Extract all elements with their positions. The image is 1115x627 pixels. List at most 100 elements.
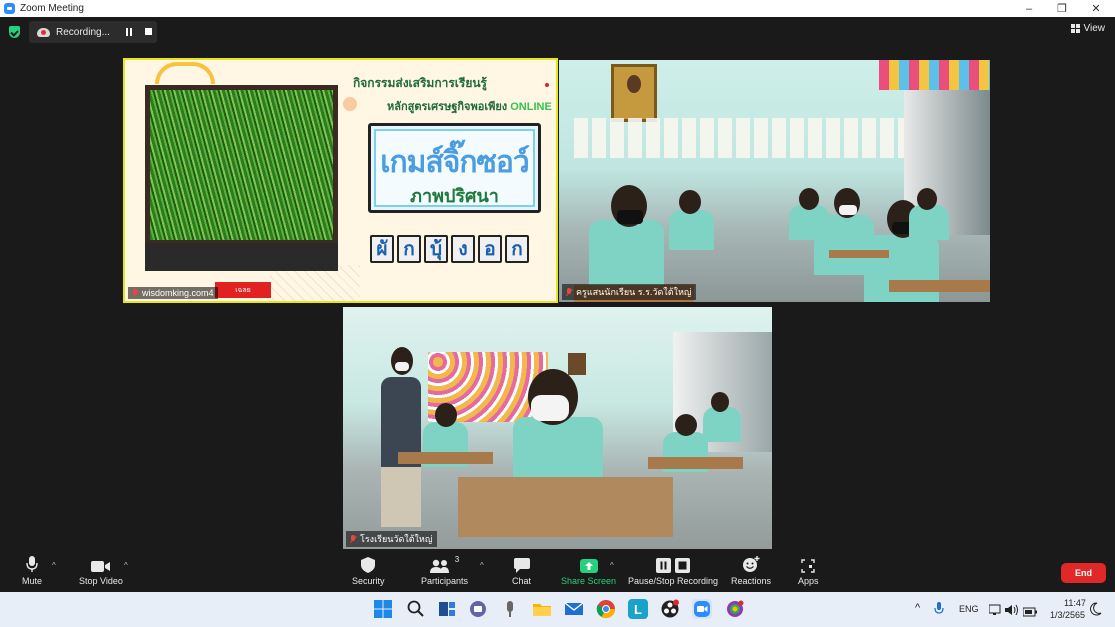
share-screen-button[interactable]: Share Screen <box>561 555 616 586</box>
pause-stop-recording-label: Pause/Stop Recording <box>628 576 719 586</box>
slide-heading-2-highlight: ONLINE <box>510 101 552 113</box>
participants-button[interactable]: 3 Participants <box>421 555 468 586</box>
slide-subtitle: ภาพปริศนา <box>410 186 499 206</box>
decorative-shape <box>155 62 215 84</box>
participant-name-tag: ครูแสนนักเรียน ร.ร.วัดใต้ใหญ่ <box>562 284 696 300</box>
window-title-bar: Zoom Meeting – ❐ ✕ <box>0 0 1115 17</box>
windows-taskbar: L ^ ENG 11:47 1/3/2565 <box>0 592 1115 627</box>
view-label: View <box>1083 23 1106 34</box>
security-button[interactable]: Security <box>352 555 385 586</box>
spinach-photo <box>145 85 338 245</box>
security-shield-icon[interactable] <box>9 26 20 38</box>
face-mask <box>617 210 643 224</box>
end-meeting-button[interactable]: End <box>1061 563 1106 583</box>
pause-stop-recording-button[interactable]: Pause/Stop Recording <box>628 555 718 586</box>
apps-icon <box>801 555 815 573</box>
student <box>789 205 829 240</box>
answer-button: เฉลย <box>215 282 271 298</box>
close-button[interactable]: ✕ <box>1079 0 1113 17</box>
participants-icon: 3 <box>429 555 460 573</box>
letter-tile: ง <box>451 235 475 263</box>
letter-tile: อ <box>478 235 502 263</box>
zoom-app-icon[interactable] <box>692 599 712 619</box>
window-title: Zoom Meeting <box>20 3 84 14</box>
search-icon[interactable] <box>405 599 425 619</box>
video-camera-icon <box>90 555 111 573</box>
mute-button[interactable]: Mute <box>22 555 42 586</box>
chrome-icon[interactable] <box>596 599 616 619</box>
student-head <box>675 414 697 436</box>
share-options-caret-icon[interactable]: ^ <box>610 561 614 570</box>
student-head <box>917 188 937 210</box>
apps-button[interactable]: Apps <box>798 555 819 586</box>
audio-options-caret-icon[interactable]: ^ <box>52 561 56 570</box>
video-tile-classroom-2[interactable]: โรงเรียนวัดใต้ใหญ่ <box>343 307 772 549</box>
share-screen-label: Share Screen <box>561 576 617 586</box>
tray-microphone-icon[interactable] <box>934 602 944 621</box>
reactions-button[interactable]: Reactions <box>731 555 771 586</box>
recording-label: Recording... <box>56 26 110 38</box>
windows-start-icon[interactable] <box>373 599 393 619</box>
notification-moon-icon[interactable] <box>1090 602 1102 621</box>
desk <box>398 452 493 464</box>
share-screen-icon <box>579 555 598 573</box>
apps-label: Apps <box>798 576 819 586</box>
view-button[interactable]: View <box>1070 23 1106 34</box>
colorful-app-icon[interactable] <box>725 599 745 619</box>
stop-video-button[interactable]: Stop Video <box>79 555 123 586</box>
clock-time[interactable]: 11:47 <box>1064 598 1086 608</box>
stop-video-label: Stop Video <box>79 576 123 586</box>
red-dot <box>545 83 549 87</box>
video-tile-classroom-1[interactable]: ครูแสนนักเรียน ร.ร.วัดใต้ใหญ่ <box>559 60 990 302</box>
mic-muted-icon <box>132 288 139 298</box>
teacher-pants <box>381 467 421 527</box>
grid-view-icon <box>1070 24 1080 33</box>
participants-options-caret-icon[interactable]: ^ <box>480 561 484 570</box>
task-view-icon[interactable] <box>437 599 457 619</box>
microphone-app-icon[interactable] <box>500 599 520 619</box>
file-explorer-icon[interactable] <box>532 599 552 619</box>
student-head <box>799 188 819 210</box>
chat-button[interactable]: Chat <box>512 555 531 586</box>
slide-title: เกมส์จิ๊กซอว์ <box>380 146 529 179</box>
video-tile-slide[interactable]: เฉลย กิจกรรมส่งเสริมการเรียนรู้ หลักสูตร… <box>123 58 558 303</box>
stop-recording-icon[interactable] <box>145 28 152 35</box>
volume-icon[interactable] <box>1005 603 1019 621</box>
pause-stop-icon <box>656 555 691 573</box>
video-options-caret-icon[interactable]: ^ <box>124 561 128 570</box>
teams-chat-icon[interactable] <box>468 599 488 619</box>
smiley-plus-icon <box>742 555 760 573</box>
participant-name: ครูแสนนักเรียน ร.ร.วัดใต้ใหญ่ <box>576 287 692 297</box>
paper-bunting <box>574 118 914 158</box>
line-app-icon[interactable]: L <box>628 599 648 619</box>
tray-chevron-icon[interactable]: ^ <box>915 602 920 614</box>
desk <box>458 477 673 537</box>
network-icon[interactable] <box>988 603 1001 621</box>
letter-tiles: ผั ก บุ้ ง อ ก <box>370 235 529 263</box>
battery-icon[interactable] <box>1022 604 1037 622</box>
letter-tile: ก <box>397 235 421 263</box>
participant-name: wisdomking.com4 <box>142 288 214 298</box>
maximize-button[interactable]: ❐ <box>1045 0 1079 17</box>
meeting-toolbar: Mute ^ Stop Video ^ Security 3 Participa… <box>0 551 1115 592</box>
mic-muted-icon <box>350 534 357 544</box>
meeting-area: Recording... View เฉลย กิจกรรมส่งเสริมกา… <box>0 17 1115 551</box>
clock-date[interactable]: 1/3/2565 <box>1050 610 1085 620</box>
desk <box>829 250 889 258</box>
minimize-button[interactable]: – <box>1012 0 1046 17</box>
obs-icon[interactable] <box>660 599 680 619</box>
desk <box>889 280 990 292</box>
participants-count: 3 <box>454 555 460 564</box>
face-mask <box>395 362 409 371</box>
slide-heading-1: กิจกรรมส่งเสริมการเรียนรู้ <box>353 76 488 90</box>
chat-label: Chat <box>512 576 532 586</box>
microphone-icon <box>26 555 38 573</box>
mail-icon[interactable] <box>564 599 584 619</box>
face-mask <box>839 205 857 215</box>
decorative-circle <box>343 97 357 111</box>
pause-recording-icon[interactable] <box>125 28 133 36</box>
input-language[interactable]: ENG <box>959 604 979 614</box>
student <box>909 205 949 240</box>
student-head <box>679 190 701 214</box>
letter-tile: ผั <box>370 235 394 263</box>
